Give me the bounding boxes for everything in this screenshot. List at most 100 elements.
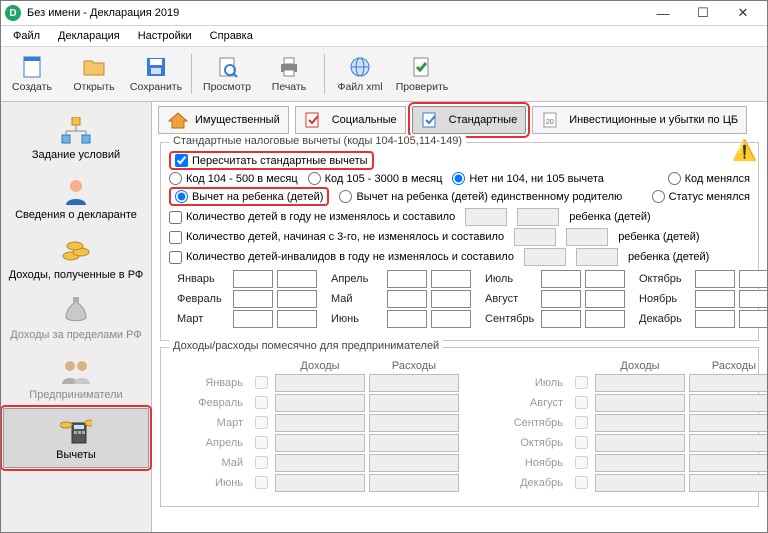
month-input[interactable] xyxy=(541,290,581,308)
doc-check-blue-icon xyxy=(421,111,443,129)
maximize-button[interactable]: ☐ xyxy=(683,3,723,23)
sidebar: Задание условий Сведения о декларанте До… xyxy=(1,102,152,532)
kids2-checkbox[interactable]: Количество детей, начиная с 3-го, не изм… xyxy=(169,231,504,244)
toolbar: Создать Открыть Сохранить Просмотр Печат… xyxy=(1,47,767,102)
month-input[interactable] xyxy=(387,270,427,288)
minimize-button[interactable]: — xyxy=(643,3,683,23)
ent-income xyxy=(595,474,685,492)
sidebar-item-conditions[interactable]: Задание условий xyxy=(3,108,149,168)
ent-expense xyxy=(369,394,459,412)
menu-settings[interactable]: Настройки xyxy=(130,28,200,44)
month-input[interactable] xyxy=(431,290,471,308)
radio-status-changed[interactable]: Статус менялся xyxy=(652,190,750,203)
ent-expense xyxy=(689,474,767,492)
close-button[interactable]: ✕ xyxy=(723,3,763,23)
sidebar-item-deductions[interactable]: Вычеты xyxy=(3,408,149,468)
month-input[interactable] xyxy=(277,290,317,308)
radio-no-code[interactable]: Нет ни 104, ни 105 вычета xyxy=(452,172,603,185)
create-button[interactable]: Создать xyxy=(1,48,63,100)
month-input[interactable] xyxy=(585,310,625,328)
sidebar-label: Доходы, полученные в РФ xyxy=(9,269,144,281)
month-input[interactable] xyxy=(233,270,273,288)
month-input[interactable] xyxy=(431,310,471,328)
ent-check xyxy=(255,416,268,429)
ent-income xyxy=(595,414,685,432)
tab-property[interactable]: Имущественный xyxy=(158,106,289,134)
sidebar-item-income-foreign: Доходы за пределами РФ xyxy=(3,288,149,348)
preview-button[interactable]: Просмотр xyxy=(196,48,258,100)
doc-icon: 20 xyxy=(541,111,563,129)
month-input[interactable] xyxy=(695,270,735,288)
kids3-input2[interactable] xyxy=(576,248,618,266)
tab-investment[interactable]: 20Инвестиционные и убытки по ЦБ xyxy=(532,106,747,134)
kids3-input[interactable] xyxy=(524,248,566,266)
menu-declaration[interactable]: Декларация xyxy=(50,28,128,44)
sidebar-item-income-rf[interactable]: Доходы, полученные в РФ xyxy=(3,228,149,288)
sidebar-item-entrepreneurs: Предприниматели xyxy=(3,348,149,408)
tab-standard[interactable]: Стандартные xyxy=(412,106,527,134)
recalc-checkbox[interactable]: Пересчитать стандартные вычеты xyxy=(169,151,374,170)
month-input[interactable] xyxy=(233,310,273,328)
kids1-input[interactable] xyxy=(465,208,507,226)
radio-child[interactable]: Вычет на ребенка (детей) xyxy=(169,187,329,206)
sidebar-label: Вычеты xyxy=(56,449,96,461)
kids2-input[interactable] xyxy=(514,228,556,246)
month-input[interactable] xyxy=(233,290,273,308)
kids1-checkbox[interactable]: Количество детей в году не изменялось и … xyxy=(169,211,455,224)
radio-code105[interactable]: Код 105 - 3000 в месяц xyxy=(308,172,443,185)
people-icon xyxy=(60,355,92,387)
month-input[interactable] xyxy=(739,270,767,288)
ent-check xyxy=(255,436,268,449)
kids3-checkbox[interactable]: Количество детей-инвалидов в году не изм… xyxy=(169,251,514,264)
ent-row: ФевральАвгуст xyxy=(177,393,742,412)
ent-expense xyxy=(689,434,767,452)
kids-row-1: Количество детей в году не изменялось и … xyxy=(169,208,750,226)
ent-row: АпрельОктябрь xyxy=(177,433,742,452)
tab-social[interactable]: Социальные xyxy=(295,106,406,134)
month-input[interactable] xyxy=(541,270,581,288)
save-button[interactable]: Сохранить xyxy=(125,48,187,100)
month-input[interactable] xyxy=(739,290,767,308)
month-input[interactable] xyxy=(585,290,625,308)
radio-code-changed[interactable]: Код менялся xyxy=(668,172,750,185)
doc-check-icon xyxy=(304,111,326,129)
month-input[interactable] xyxy=(431,270,471,288)
svg-text:20: 20 xyxy=(546,119,554,126)
radio-code104[interactable]: Код 104 - 500 в месяц xyxy=(169,172,298,185)
house-icon xyxy=(167,111,189,129)
menu-file[interactable]: Файл xyxy=(5,28,48,44)
month-input[interactable] xyxy=(387,310,427,328)
sidebar-item-declarant[interactable]: Сведения о декларанте xyxy=(3,168,149,228)
ent-expense xyxy=(689,394,767,412)
month-input[interactable] xyxy=(695,310,735,328)
month-input[interactable] xyxy=(277,310,317,328)
tab-row: Имущественный Социальные Стандартные 20И… xyxy=(152,102,767,138)
month-input[interactable] xyxy=(277,270,317,288)
ent-row: ЯнварьИюль xyxy=(177,373,742,392)
month-input[interactable] xyxy=(585,270,625,288)
sidebar-label: Задание условий xyxy=(32,149,120,161)
check-button[interactable]: Проверить xyxy=(391,48,453,100)
open-button[interactable]: Открыть xyxy=(63,48,125,100)
month-input[interactable] xyxy=(387,290,427,308)
main-panel: Имущественный Социальные Стандартные 20И… xyxy=(152,102,767,532)
ent-expense xyxy=(369,374,459,392)
kids2-input2[interactable] xyxy=(566,228,608,246)
new-doc-icon xyxy=(20,55,44,79)
ent-income xyxy=(275,374,365,392)
print-button[interactable]: Печать xyxy=(258,48,320,100)
app-icon: D xyxy=(5,5,21,21)
menu-help[interactable]: Справка xyxy=(202,28,261,44)
kids1-input2[interactable] xyxy=(517,208,559,226)
ent-income xyxy=(275,394,365,412)
ent-income xyxy=(275,434,365,452)
ent-check xyxy=(255,456,268,469)
xml-button[interactable]: Файл xml xyxy=(329,48,391,100)
check-icon xyxy=(410,55,434,79)
radio-child-single-parent[interactable]: Вычет на ребенка (детей) единственному р… xyxy=(339,190,622,203)
month-input[interactable] xyxy=(541,310,581,328)
month-input[interactable] xyxy=(695,290,735,308)
ent-row: МартСентябрь xyxy=(177,413,742,432)
open-icon xyxy=(82,55,106,79)
month-input[interactable] xyxy=(739,310,767,328)
